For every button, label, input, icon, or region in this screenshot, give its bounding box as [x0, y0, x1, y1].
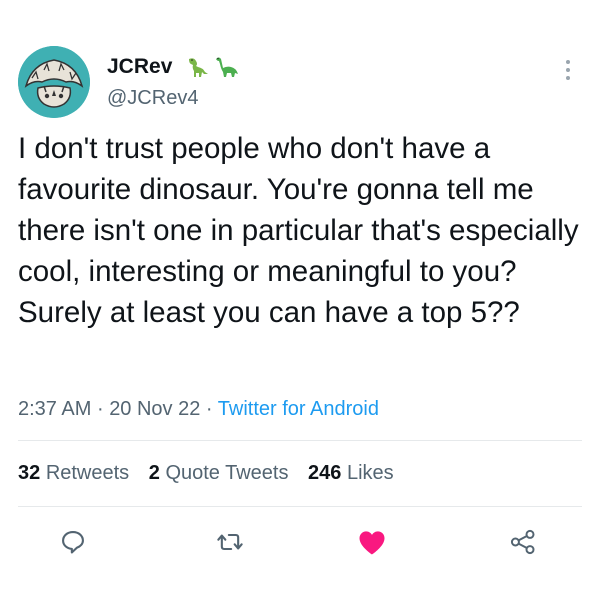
quotes-count: 2 — [148, 462, 160, 484]
avatar[interactable] — [18, 46, 90, 118]
quotes-label: Quote Tweets — [165, 462, 289, 484]
quote-tweets-stat[interactable]: 2 Quote Tweets — [149, 462, 289, 484]
share-icon — [510, 529, 535, 555]
tweet-source-link[interactable]: Twitter for Android — [218, 398, 379, 420]
likes-count: 246 — [308, 462, 342, 484]
like-button[interactable] — [355, 525, 389, 559]
divider — [18, 506, 582, 507]
like-icon — [359, 531, 385, 555]
tweet-time[interactable]: 2:37 AM — [18, 398, 91, 420]
likes-label: Likes — [346, 462, 394, 484]
divider — [18, 440, 582, 441]
retweet-button[interactable] — [213, 525, 247, 559]
handle[interactable]: @JCRev4 — [107, 87, 198, 110]
meta-separator: · — [205, 398, 213, 420]
engagement-stats: 32 Retweets 2 Quote Tweets 246 Likes — [18, 462, 408, 485]
more-options-icon[interactable] — [560, 56, 576, 84]
reply-button[interactable] — [56, 525, 90, 559]
tweet-date[interactable]: 20 Nov 22 — [109, 398, 200, 420]
likes-stat[interactable]: 246 Likes — [308, 462, 394, 484]
retweets-count: 32 — [18, 462, 41, 484]
reply-icon — [62, 531, 84, 554]
meta-separator: · — [96, 398, 104, 420]
retweets-stat[interactable]: 32 Retweets — [18, 462, 129, 484]
tweet-text: I don't trust people who don't have a fa… — [18, 132, 579, 329]
sauropod-emoji-icon — [214, 55, 240, 84]
share-button[interactable] — [506, 525, 540, 559]
t-rex-emoji-icon — [186, 55, 210, 84]
display-name[interactable]: JCRev — [107, 55, 172, 79]
triceratops-skull-avatar-icon — [18, 46, 90, 118]
retweets-label: Retweets — [45, 462, 130, 484]
retweet-icon — [217, 533, 243, 551]
tweet-meta: 2:37 AM · 20 Nov 22 · Twitter for Androi… — [18, 398, 379, 421]
